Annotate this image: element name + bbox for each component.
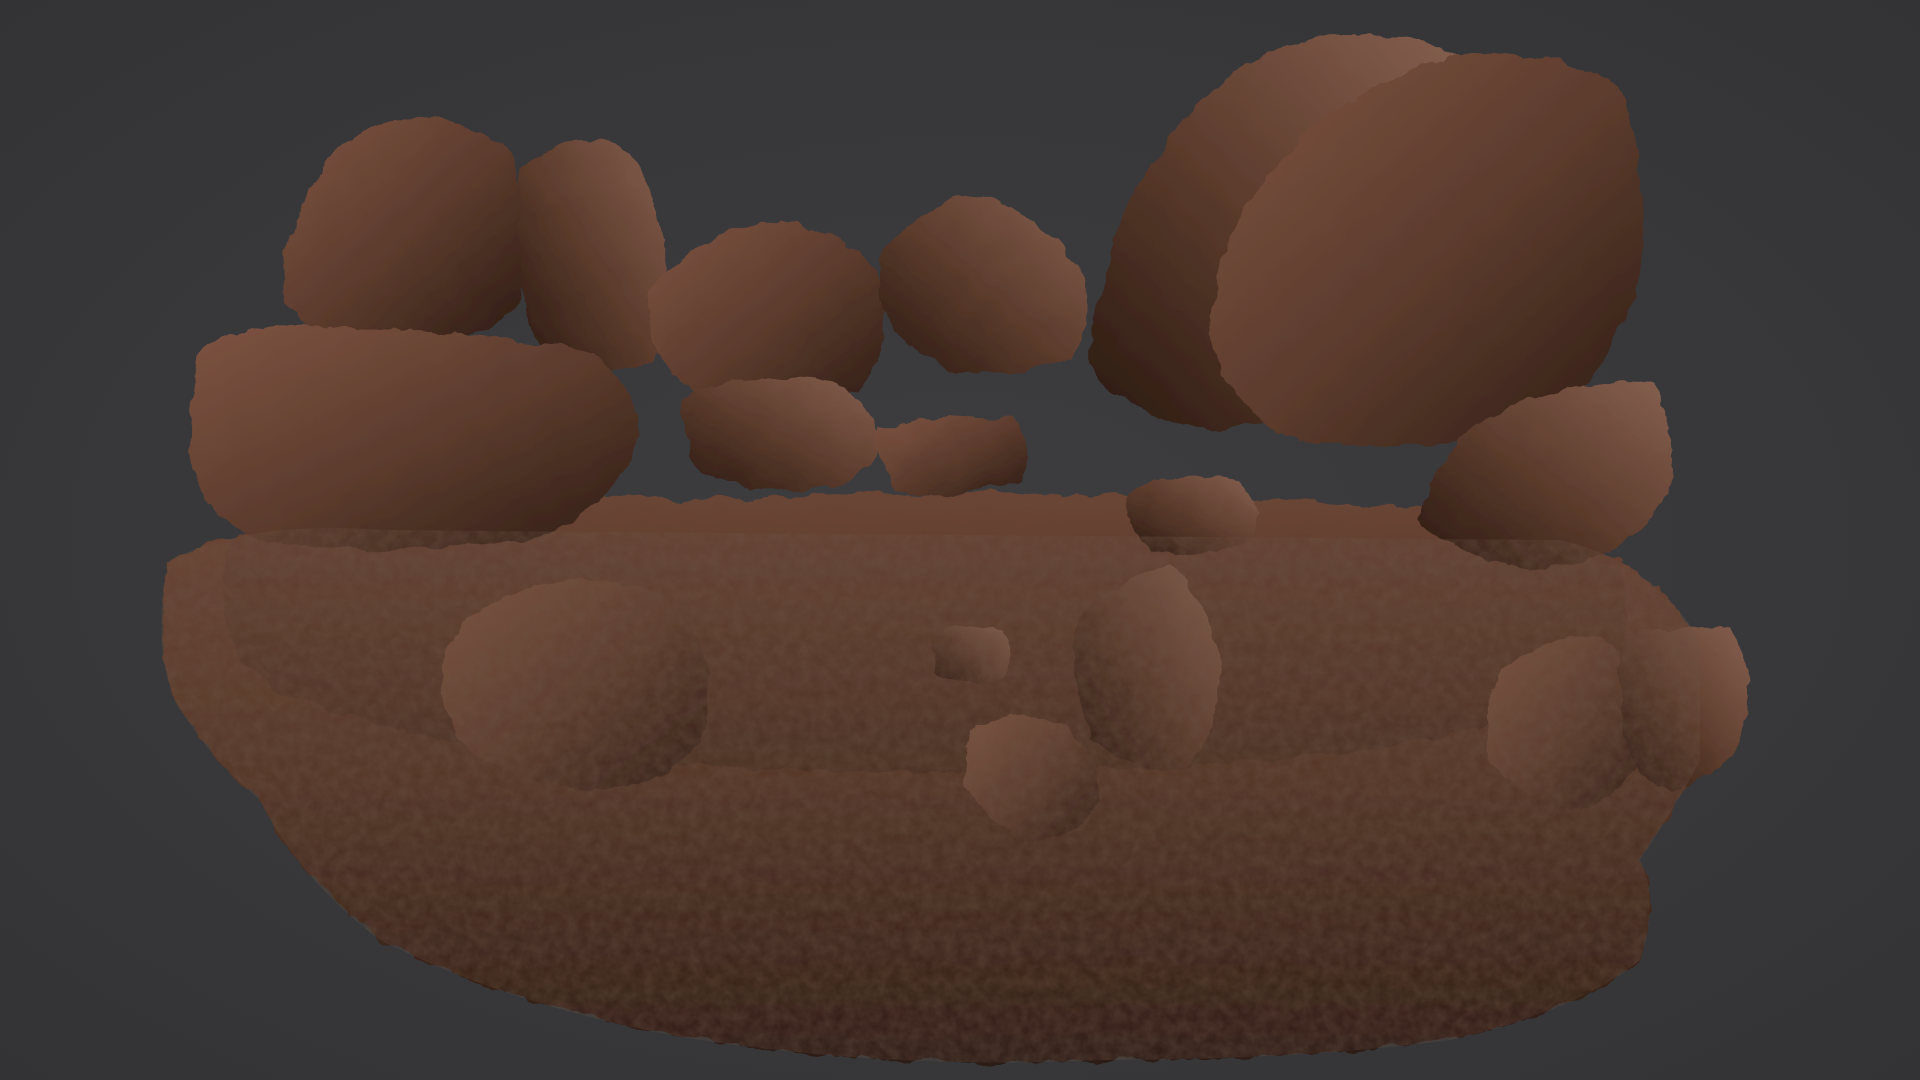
rock-terrain-model[interactable] <box>0 0 1920 1080</box>
surface-texture <box>161 528 1701 1063</box>
sculpt-viewport[interactable] <box>0 0 1920 1080</box>
